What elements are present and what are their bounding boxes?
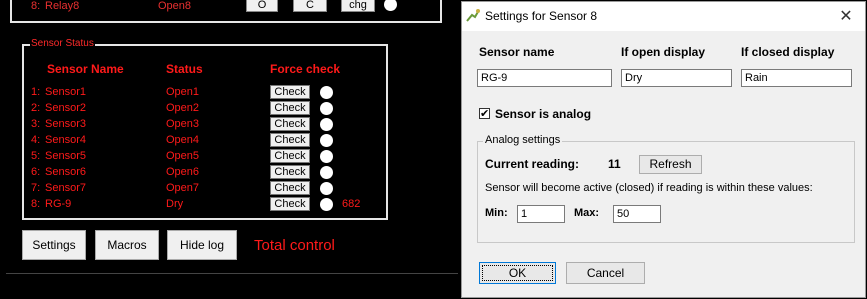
min-label: Min: xyxy=(485,207,508,219)
sensor-row-status: Open1 xyxy=(166,86,200,98)
sensor-row-index: 4: xyxy=(31,134,41,146)
ok-button[interactable]: OK xyxy=(479,262,556,284)
force-check-button[interactable]: Check xyxy=(270,101,310,115)
app-icon xyxy=(466,9,480,22)
closed-display-label: If closed display xyxy=(741,45,835,59)
sensor-row-status: Open2 xyxy=(166,102,200,114)
sensor-row-name: Sensor4 xyxy=(45,134,86,146)
sensor-row-name: Sensor6 xyxy=(45,166,86,178)
sensor-row-reading: 682 xyxy=(342,198,361,210)
force-check-button[interactable]: Check xyxy=(270,165,310,179)
closed-display-field[interactable]: Rain xyxy=(741,69,852,87)
relay-close-button[interactable]: C xyxy=(293,0,327,12)
sensor-row-index: 8: xyxy=(31,198,41,210)
sensor-indicator xyxy=(320,182,333,195)
sensor-row-status: Open4 xyxy=(166,134,200,146)
sensor-row-index: 1: xyxy=(31,86,41,98)
force-check-button[interactable]: Check xyxy=(270,181,310,195)
dialog-title: Settings for Sensor 8 xyxy=(485,9,598,23)
sensor-indicator xyxy=(320,198,333,211)
refresh-button[interactable]: Refresh xyxy=(639,155,702,174)
analog-checkbox[interactable]: ✔ xyxy=(479,108,490,120)
sensor-row-index: 2: xyxy=(31,102,41,114)
current-reading-label: Current reading: xyxy=(485,157,580,171)
relay-name: Relay8 xyxy=(45,0,80,12)
max-label: Max: xyxy=(574,207,600,219)
macros-button[interactable]: Macros xyxy=(95,230,159,260)
min-field[interactable]: 1 xyxy=(517,205,565,223)
sensor-status-label: Sensor Status xyxy=(30,38,95,49)
sensor-indicator xyxy=(320,150,333,163)
close-icon[interactable]: ✕ xyxy=(836,6,856,26)
sensor-row-name: RG-9 xyxy=(45,198,72,210)
sensor-name-label: Sensor name xyxy=(479,45,555,59)
force-check-button[interactable]: Check xyxy=(270,117,310,131)
sensor-row-index: 3: xyxy=(31,118,41,130)
sensor-row-name: Sensor5 xyxy=(45,150,86,162)
sensor-indicator xyxy=(320,166,333,179)
sensor-row-index: 5: xyxy=(31,150,41,162)
sensor-name-field[interactable]: RG-9 xyxy=(477,69,612,87)
force-check-button[interactable]: Check xyxy=(270,149,310,163)
header-force-check: Force check xyxy=(270,62,341,76)
sensor-indicator xyxy=(320,86,333,99)
sensor-row-index: 7: xyxy=(31,182,41,194)
sensor-row-name: Sensor7 xyxy=(45,182,86,194)
open-display-field[interactable]: Dry xyxy=(621,69,732,87)
relay-status: Open8 xyxy=(158,0,192,12)
analog-checkbox-label: Sensor is analog xyxy=(495,107,592,121)
sensor-indicator xyxy=(320,102,333,115)
sensor-row-status: Open5 xyxy=(166,150,200,162)
total-control-label: Total control xyxy=(254,237,335,254)
sensor-indicator xyxy=(320,118,333,131)
sensor-row-status: Dry xyxy=(166,198,184,210)
current-reading-value: 11 xyxy=(608,157,621,171)
force-check-button[interactable]: Check xyxy=(270,197,310,211)
relay-change-button[interactable]: chg xyxy=(341,0,375,12)
hide-log-button[interactable]: Hide log xyxy=(167,230,237,260)
sensor-row-name: Sensor1 xyxy=(45,86,86,98)
analog-settings-label: Analog settings xyxy=(483,134,563,146)
sensor-row-status: Open7 xyxy=(166,182,200,194)
relay-open-button[interactable]: O xyxy=(246,0,278,12)
header-sensor-name: Sensor Name xyxy=(47,62,124,76)
range-description: Sensor will become active (closed) if re… xyxy=(485,182,813,194)
sensor-indicator xyxy=(320,134,333,147)
force-check-button[interactable]: Check xyxy=(270,133,310,147)
force-check-button[interactable]: Check xyxy=(270,85,310,99)
sensor-row-index: 6: xyxy=(31,166,41,178)
header-status: Status xyxy=(166,62,203,76)
cancel-button[interactable]: Cancel xyxy=(566,262,645,284)
max-field[interactable]: 50 xyxy=(613,205,661,223)
sensor-row-status: Open6 xyxy=(166,166,200,178)
divider xyxy=(6,273,458,274)
sensor-row-name: Sensor3 xyxy=(45,118,86,130)
settings-button[interactable]: Settings xyxy=(22,230,86,260)
relay-index: 8: xyxy=(31,0,41,12)
open-display-label: If open display xyxy=(621,45,706,59)
sensor-row-status: Open3 xyxy=(166,118,200,130)
sensor-row-name: Sensor2 xyxy=(45,102,86,114)
